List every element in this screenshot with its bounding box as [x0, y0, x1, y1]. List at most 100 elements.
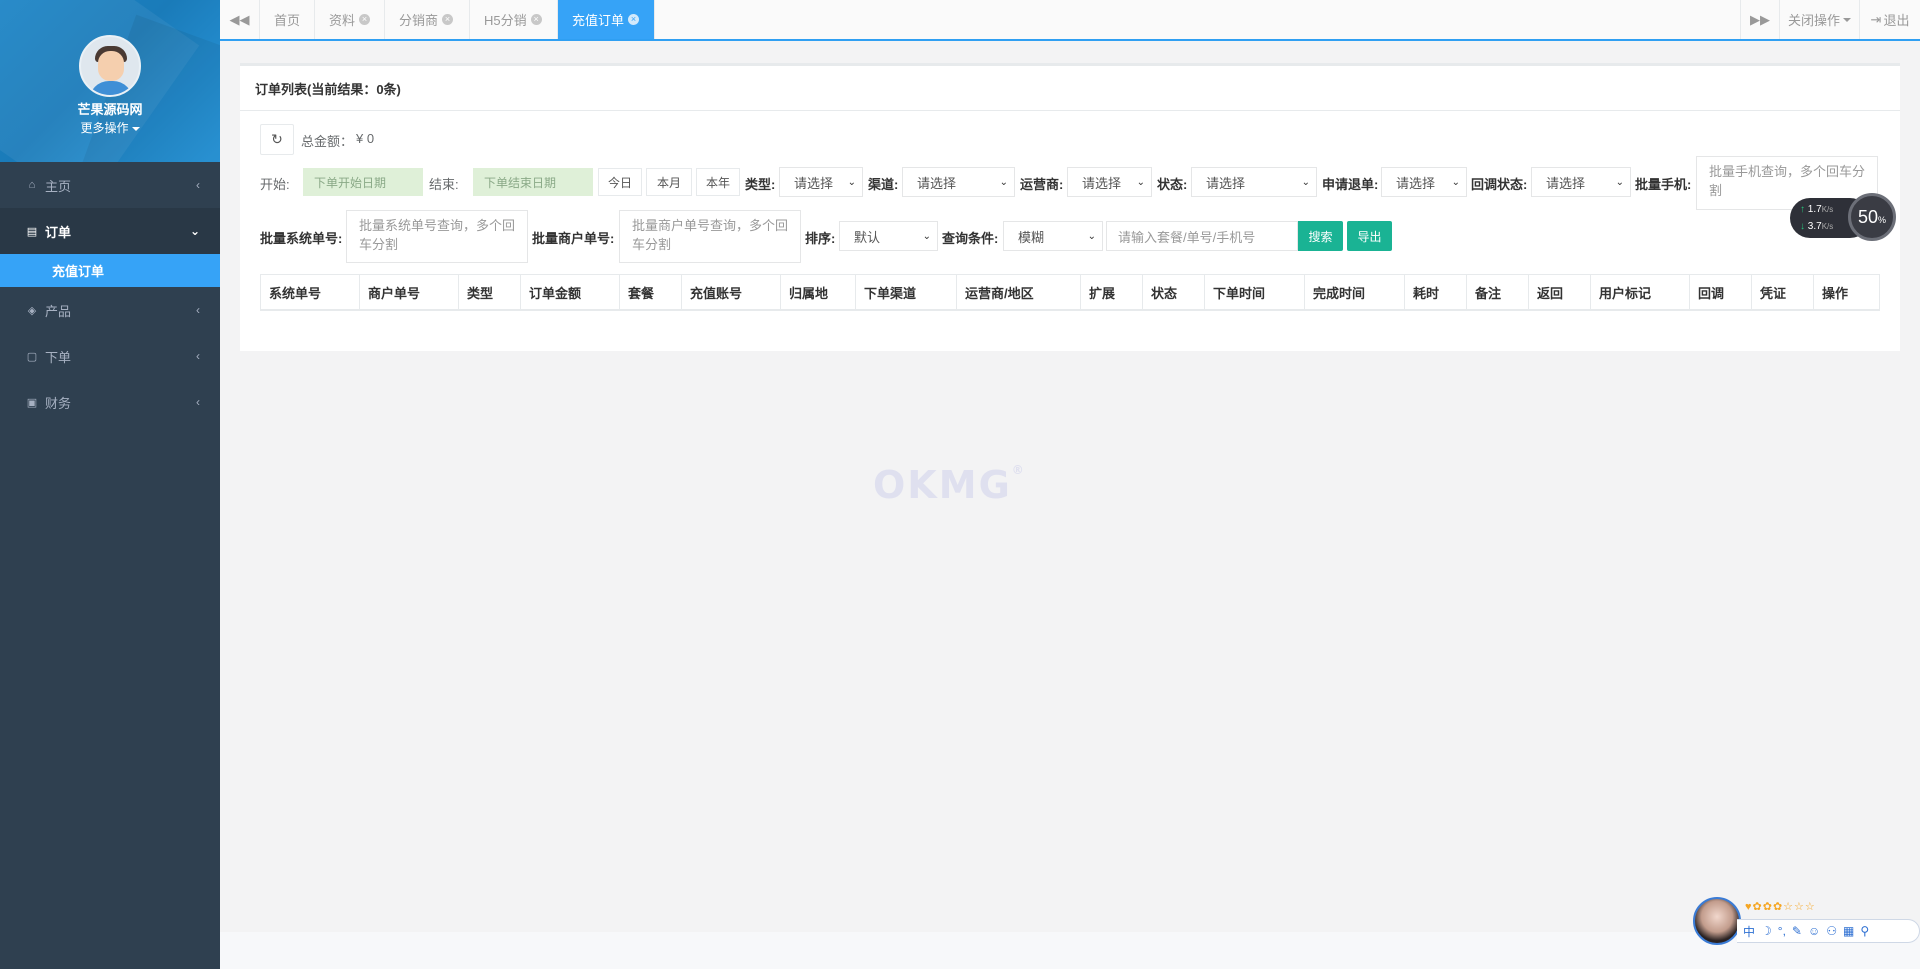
column-header[interactable]: 操作	[1814, 275, 1879, 310]
column-header[interactable]: 耗时	[1405, 275, 1467, 310]
this-year-button[interactable]: 本年	[696, 168, 740, 196]
sidebar-subitem-recharge-orders[interactable]: 充值订单	[0, 254, 220, 287]
home-icon: ⌂	[28, 179, 36, 191]
chevron-down-icon: ⌄	[1301, 176, 1310, 188]
column-header[interactable]: 归属地	[781, 275, 856, 310]
sidebar-item-orders[interactable]: ▤ 订单 ⌄	[0, 208, 220, 254]
chevron-left-icon: ‹	[196, 303, 200, 317]
network-speed-widget[interactable]: ↑ 1.7K/s ↓ 3.7K/s 50%	[1790, 193, 1896, 241]
caret-down-icon	[1843, 17, 1851, 22]
column-header[interactable]: 完成时间	[1305, 275, 1405, 310]
query-condition-label: 查询条件:	[942, 231, 999, 246]
batch-merchant-order-label: 批量商户单号:	[532, 231, 615, 246]
today-button[interactable]: 今日	[598, 168, 642, 196]
column-header[interactable]: 凭证	[1752, 275, 1814, 310]
tab-distributors[interactable]: 分销商 ×	[385, 0, 470, 39]
column-header[interactable]: 订单金额	[521, 275, 620, 310]
column-header[interactable]: 运营商/地区	[957, 275, 1081, 310]
close-tab-icon[interactable]: ×	[628, 14, 640, 25]
column-header[interactable]: 回调	[1690, 275, 1752, 310]
emoji-icon[interactable]: ☺	[1808, 924, 1820, 938]
sidebar-item-finance[interactable]: ▣ 财务 ‹	[0, 379, 220, 425]
tab-h5-distribution[interactable]: H5分销 ×	[470, 0, 558, 39]
refund-request-select[interactable]: 请选择 ⌄	[1381, 167, 1467, 197]
upload-speed: 1.7	[1807, 204, 1822, 215]
logout-button[interactable]: ⇥ 退出	[1860, 0, 1920, 39]
sort-label: 排序:	[805, 231, 836, 246]
column-header[interactable]: 系统单号	[261, 275, 360, 310]
tabs-scroll-left-button[interactable]: ◀◀	[220, 0, 260, 39]
end-date-input[interactable]: 下单结束日期	[473, 168, 593, 196]
wrench-icon[interactable]: ✎	[1792, 924, 1802, 938]
column-header[interactable]: 类型	[459, 275, 521, 310]
chevron-down-icon: ⌄	[922, 230, 931, 242]
sidebar-item-label: 订单	[45, 224, 72, 240]
sidebar-item-place-order[interactable]: ▢ 下单 ‹	[0, 333, 220, 379]
avatar[interactable]	[79, 35, 141, 97]
skin-icon[interactable]: ⚇	[1826, 924, 1837, 938]
total-amount-value: ¥ 0	[356, 131, 375, 146]
type-select[interactable]: 请选择 ⌄	[779, 167, 863, 197]
logout-icon: ⇥	[1870, 11, 1882, 27]
close-tab-icon[interactable]: ×	[359, 14, 370, 25]
export-button[interactable]: 导出	[1347, 221, 1392, 251]
tabs-scroll-right-button[interactable]: ▶▶	[1740, 0, 1780, 39]
start-date-input[interactable]: 下单开始日期	[303, 168, 423, 196]
column-header[interactable]: 返回	[1529, 275, 1591, 310]
refresh-button[interactable]: ↻	[260, 124, 294, 155]
column-header[interactable]: 套餐	[620, 275, 682, 310]
end-label: 结束:	[429, 177, 459, 192]
ime-avatar[interactable]	[1693, 897, 1741, 945]
punctuation-icon[interactable]: °,	[1778, 924, 1786, 938]
column-header[interactable]: 用户标记	[1591, 275, 1690, 310]
batch-system-order-textarea[interactable]: 批量系统单号查询，多个回车分割	[346, 210, 528, 263]
callback-status-label: 回调状态:	[1471, 177, 1528, 192]
chinese-mode-icon[interactable]: 中	[1743, 923, 1755, 940]
tab-recharge-orders[interactable]: 充值订单 ×	[558, 0, 655, 39]
this-month-button[interactable]: 本月	[646, 168, 692, 196]
more-actions-dropdown[interactable]: 更多操作	[0, 119, 220, 136]
sidebar-item-home[interactable]: ⌂ 主页 ‹	[0, 162, 220, 208]
callback-status-select[interactable]: 请选择 ⌄	[1531, 167, 1631, 197]
lock-icon[interactable]: ⚲	[1860, 924, 1869, 938]
profile-header: 芒果源码网 更多操作	[0, 0, 220, 162]
chevron-down-icon: ⌄	[847, 176, 856, 188]
document-icon: ▤	[26, 225, 38, 238]
chevron-left-icon: ‹	[196, 349, 200, 363]
column-header[interactable]: 下单渠道	[856, 275, 957, 310]
tab-bar: ◀◀ 首页 资料 × 分销商 × H5分销 × 充值订单 × ▶▶ 关闭操作 ⇥ 退出	[220, 0, 1920, 41]
usage-percent-ring: 50%	[1848, 193, 1896, 241]
search-button[interactable]: 搜索	[1298, 221, 1343, 251]
query-condition-select[interactable]: 模糊 ⌄	[1003, 221, 1103, 251]
close-operations-dropdown[interactable]: 关闭操作	[1780, 0, 1860, 39]
speed-unit: K/s	[1821, 222, 1834, 231]
refund-request-label: 申请退单:	[1322, 177, 1379, 192]
chevron-down-icon: ⌄	[189, 224, 200, 238]
upload-arrow-icon: ↑	[1800, 204, 1805, 215]
close-tab-icon[interactable]: ×	[442, 14, 454, 25]
batch-merchant-order-textarea[interactable]: 批量商户单号查询，多个回车分割	[619, 210, 801, 263]
column-header[interactable]: 备注	[1467, 275, 1529, 310]
tab-home[interactable]: 首页	[260, 0, 315, 39]
tab-profile[interactable]: 资料 ×	[315, 0, 385, 39]
footer	[220, 932, 1920, 969]
column-header[interactable]: 下单时间	[1205, 275, 1305, 310]
channel-label: 渠道:	[868, 177, 899, 192]
chevron-down-icon: ⌄	[1615, 176, 1624, 188]
column-header[interactable]: 商户单号	[360, 275, 459, 310]
grid-icon[interactable]: ▦	[1843, 924, 1854, 938]
operator-select[interactable]: 请选择 ⌄	[1067, 167, 1152, 197]
status-label: 状态:	[1157, 177, 1188, 192]
column-header[interactable]: 充值账号	[682, 275, 781, 310]
start-label: 开始:	[260, 177, 290, 192]
status-select[interactable]: 请选择 ⌄	[1191, 167, 1317, 197]
channel-select[interactable]: 请选择 ⌄	[902, 167, 1015, 197]
search-input[interactable]: 请输入套餐/单号/手机号	[1106, 221, 1298, 251]
column-header[interactable]: 扩展	[1081, 275, 1143, 310]
sort-select[interactable]: 默认 ⌄	[839, 221, 938, 251]
close-tab-icon[interactable]: ×	[530, 14, 542, 25]
column-header[interactable]: 状态	[1143, 275, 1205, 310]
sidebar-item-products[interactable]: ◈ 产品 ‹	[0, 287, 220, 333]
ime-toolbar[interactable]: ♥✿✿✿☆☆☆ 中 ☽ °, ✎ ☺ ⚇ ▦ ⚲	[1693, 897, 1920, 947]
moon-icon[interactable]: ☽	[1761, 924, 1772, 938]
